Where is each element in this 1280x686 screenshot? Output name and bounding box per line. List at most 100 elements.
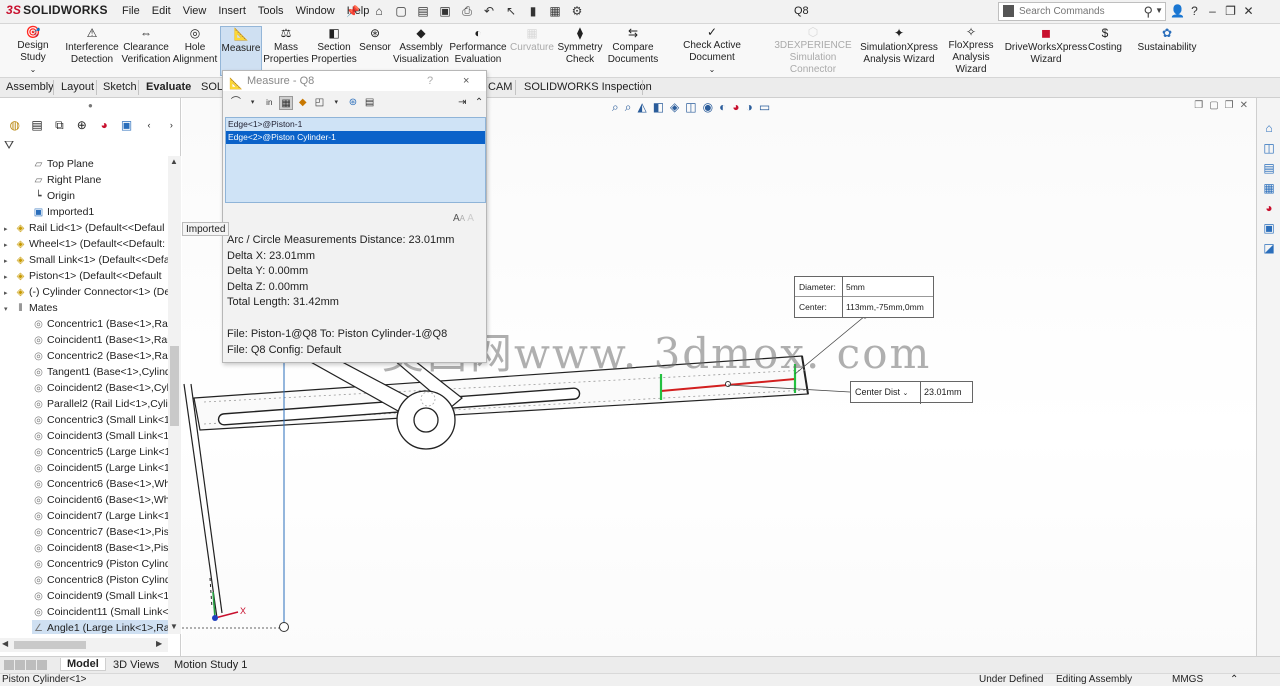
appearances-icon[interactable]: ◕ xyxy=(1261,200,1277,216)
options-gear-icon[interactable]: ⚙ xyxy=(568,3,586,20)
tree-item[interactable]: ◎ Coincident11 (Small Link< xyxy=(32,604,168,620)
panel-grip-icon[interactable]: ● xyxy=(88,101,93,110)
hole-alignment-button[interactable]: ◎ Hole Alignment xyxy=(172,26,218,76)
floxpress-button[interactable]: ✧ FloXpress Analysis Wizard xyxy=(938,26,1004,76)
tabs-nav-left-icon[interactable]: ‹ xyxy=(139,116,158,134)
help-icon[interactable]: ? xyxy=(427,71,433,91)
search-scope-icon[interactable] xyxy=(1003,5,1014,17)
menu-view[interactable]: View xyxy=(177,5,213,17)
print-icon[interactable]: ⎙ xyxy=(458,3,476,20)
menu-window[interactable]: Window xyxy=(290,5,341,17)
select-icon[interactable]: ↖ xyxy=(502,3,520,20)
design-study-button[interactable]: 🎯 Design Study ⌄ xyxy=(4,26,62,76)
scroll-left-icon[interactable]: ◀ xyxy=(2,639,8,648)
tree-item[interactable]: ◎ Concentric1 (Base<1>,Rail xyxy=(32,316,168,332)
tree-item[interactable]: ∠ Angle1 (Large Link<1>,Rail xyxy=(32,620,168,634)
selection-list[interactable]: Edge<1>@Piston-1 Edge<2>@Piston Cylinder… xyxy=(225,117,486,203)
scroll-right-icon[interactable]: ▶ xyxy=(156,639,162,648)
tree-item[interactable]: ◎ Coincident2 (Base<1>,Cylin xyxy=(32,380,168,396)
arc-circle-icon[interactable]: ⌒ xyxy=(229,96,243,110)
user-icon[interactable]: 👤 xyxy=(1170,4,1185,18)
solidworks-resources-icon[interactable]: ⌂ xyxy=(1261,120,1277,136)
section-properties-button[interactable]: ◧ Section Properties xyxy=(311,26,357,76)
tab-3d-views[interactable]: 3D Views xyxy=(113,659,159,671)
sustainability-button[interactable]: ✿ Sustainability xyxy=(1134,26,1200,76)
search-icon[interactable]: ⚲ xyxy=(1143,4,1153,20)
selection-item[interactable]: Edge<1>@Piston-1 xyxy=(226,118,485,131)
tree-item[interactable]: ▸ ◈ Wheel<1> (Default<<Default: xyxy=(4,236,165,252)
scroll-down-icon[interactable]: ▼ xyxy=(170,622,178,631)
file-explorer-icon[interactable]: ▤ xyxy=(1261,160,1277,176)
scroll-thumb[interactable] xyxy=(170,346,179,426)
display-manager-icon[interactable]: ◕ xyxy=(95,116,114,134)
tree-item[interactable]: ▸ ◈ Rail Lid<1> (Default<<Defaul xyxy=(4,220,164,236)
tree-item[interactable]: ▾ ⫴ Mates xyxy=(4,300,58,316)
tree-item[interactable]: ◎ Coincident5 (Large Link<1: xyxy=(32,460,168,476)
tab-model[interactable]: Model xyxy=(60,658,106,671)
tree-item[interactable]: ◎ Concentric9 (Piston Cylind xyxy=(32,556,168,572)
cam-manager-icon[interactable]: ▣ xyxy=(117,116,136,134)
compare-documents-button[interactable]: ⇆ Compare Documents xyxy=(606,26,660,76)
menu-file[interactable]: File xyxy=(116,5,146,17)
collapse-icon[interactable]: ⇥ xyxy=(456,96,470,110)
tree-item[interactable]: ◎ Coincident8 (Base<1>,Pisto xyxy=(32,540,168,556)
property-manager-icon[interactable]: ▤ xyxy=(27,116,46,134)
tab-layout[interactable]: Layout xyxy=(61,81,94,93)
center-dist-callout[interactable]: Center Dist ⌄ 23.01mm xyxy=(850,381,973,404)
tree-item[interactable]: ◎ Concentric2 (Base<1>,Rail xyxy=(32,348,168,364)
next-tab-icon[interactable] xyxy=(26,660,36,670)
first-tab-icon[interactable] xyxy=(4,660,14,670)
history-icon[interactable]: ▤ xyxy=(363,96,377,110)
curvature-button[interactable]: ▦ Curvature xyxy=(510,26,554,76)
view-palette-icon[interactable]: ▦ xyxy=(1261,180,1277,196)
filter-icon[interactable]: ⛛ xyxy=(4,138,14,153)
tree-vertical-scrollbar[interactable]: ▲ ▼ xyxy=(168,156,181,634)
performance-evaluation-button[interactable]: ◐ Performance Evaluation xyxy=(449,26,506,76)
configuration-manager-icon[interactable]: ⧉ xyxy=(50,116,69,134)
minimize-icon[interactable]: – xyxy=(1206,4,1219,18)
restore-icon[interactable]: ❐ xyxy=(1224,4,1237,18)
rebuild-icon[interactable]: ▮ xyxy=(524,3,542,20)
home-icon[interactable]: ⌂ xyxy=(370,3,388,20)
selection-item-selected[interactable]: Edge<2>@Piston Cylinder-1 xyxy=(226,131,485,144)
tree-item[interactable]: ▱ Top Plane xyxy=(32,156,94,172)
tree-item[interactable]: ◎ Coincident3 (Small Link<1: xyxy=(32,428,168,444)
undo-icon[interactable]: ↶ xyxy=(480,3,498,20)
tree-item[interactable]: ◎ Concentric7 (Base<1>,Pisto xyxy=(32,524,168,540)
chevron-down-icon[interactable]: ▾ xyxy=(246,96,260,110)
chevron-down-icon[interactable]: ▾ xyxy=(329,96,343,110)
3dexperience-simulation-connector-button[interactable]: ⬡ 3DEXPERIENCE Simulation Connector xyxy=(766,26,860,76)
pin-icon[interactable]: 📌 xyxy=(346,5,360,18)
point-to-point-icon[interactable]: ◆ xyxy=(296,96,310,110)
tree-item[interactable]: ◎ Coincident1 (Base<1>,Rail xyxy=(32,332,168,348)
costing-button[interactable]: $ Costing xyxy=(1086,26,1124,76)
tabs-nav-right-icon[interactable]: › xyxy=(162,116,181,134)
units-icon[interactable]: in xyxy=(262,96,276,110)
tree-item[interactable]: ◎ Concentric8 (Piston Cylinde xyxy=(32,572,168,588)
clearance-verification-button[interactable]: ⇔ Clearance Verification xyxy=(120,26,172,76)
solidworks-logo[interactable]: 3S SOLIDWORKS xyxy=(6,3,108,17)
close-icon[interactable]: × xyxy=(463,71,469,91)
symmetry-check-button[interactable]: ⧫ Symmetry Check xyxy=(556,26,604,76)
menu-insert[interactable]: Insert xyxy=(212,5,252,17)
tree-item[interactable]: ▸ ◈ Piston<1> (Default<<Default xyxy=(4,268,162,284)
new-document-icon[interactable]: ▢ xyxy=(392,3,410,20)
scroll-up-icon[interactable]: ▲ xyxy=(170,157,178,166)
hscroll-thumb[interactable] xyxy=(14,641,86,649)
tab-sketch[interactable]: Sketch xyxy=(103,81,137,93)
design-library-icon[interactable]: ◫ xyxy=(1261,140,1277,156)
center-dist-dropdown[interactable]: Center Dist ⌄ xyxy=(851,382,921,404)
file-properties-icon[interactable]: ▦ xyxy=(546,3,564,20)
tree-item[interactable]: ◎ Coincident9 (Small Link<1: xyxy=(32,588,168,604)
chevron-down-icon[interactable]: ▼ xyxy=(1155,6,1163,15)
driveworksxpress-button[interactable]: ◼ DriveWorksXpress Wizard xyxy=(1005,26,1088,76)
tree-item[interactable]: ◎ Parallel2 (Rail Lid<1>,Cylin xyxy=(32,396,168,412)
tree-item[interactable]: ▸ ◈ Small Link<1> (Default<<Defa xyxy=(4,252,168,268)
tab-solidworks-inspection[interactable]: SOLIDWORKS Inspection xyxy=(524,81,652,93)
search-input[interactable] xyxy=(999,3,1137,20)
tree-item[interactable]: ▸ ◈ (-) Cylinder Connector<1> (De xyxy=(4,284,168,300)
tree-item[interactable]: ┕ Origin xyxy=(32,188,75,204)
show-xyz-icon[interactable]: ▦ xyxy=(279,96,293,110)
interference-detection-button[interactable]: ⚠ Interference Detection xyxy=(65,26,118,76)
last-tab-icon[interactable] xyxy=(37,660,47,670)
